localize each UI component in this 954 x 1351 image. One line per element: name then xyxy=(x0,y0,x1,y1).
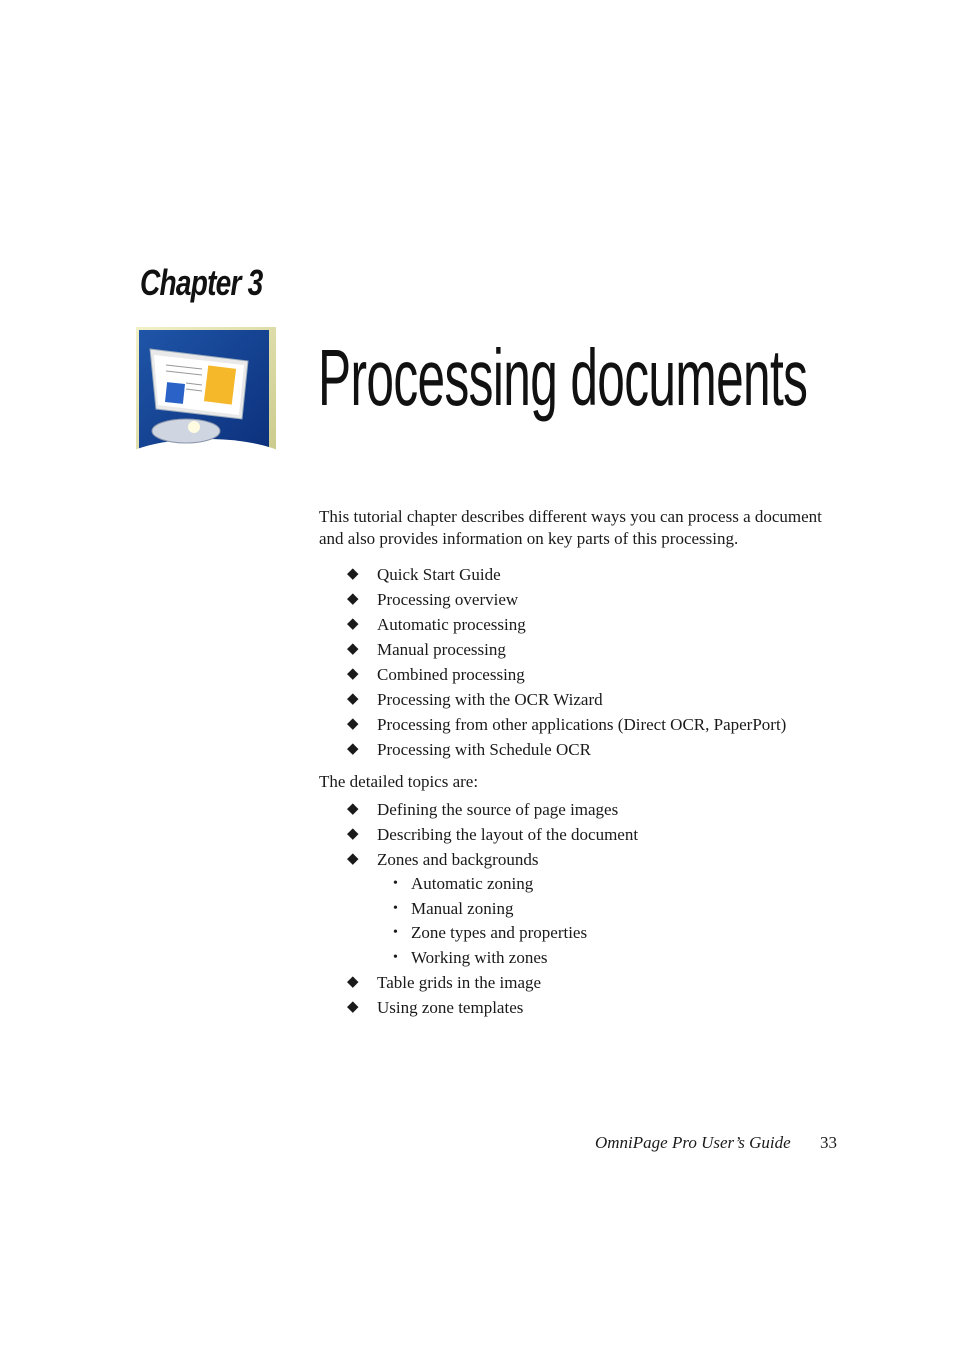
chapter-title: Processing documents xyxy=(318,333,808,422)
list-item-label: Manual processing xyxy=(377,640,506,659)
list-item: ◆ Processing from other applications (Dir… xyxy=(319,712,849,737)
sub-list-item: • Automatic zoning xyxy=(377,872,849,897)
footer-book-title: OmniPage Pro User’s Guide xyxy=(595,1133,791,1152)
page-number: 33 xyxy=(820,1133,837,1152)
main-topic-list: ◆ Quick Start Guide ◆ Processing overview … xyxy=(319,562,849,762)
diamond-bullet-icon: ◆ xyxy=(347,691,359,707)
intro-paragraph: This tutorial chapter describes differen… xyxy=(319,507,822,548)
sub-list-item-label: Automatic zoning xyxy=(411,874,534,893)
list-item-label: Quick Start Guide xyxy=(377,565,501,584)
diamond-bullet-icon: ◆ xyxy=(347,716,359,732)
diamond-bullet-icon: ◆ xyxy=(347,566,359,582)
list-item-label: Automatic processing xyxy=(377,615,526,634)
list-item: ◆ Using zone templates xyxy=(319,995,849,1020)
list-item: ◆ Processing with Schedule OCR xyxy=(319,737,849,762)
dot-bullet-icon: • xyxy=(393,900,398,916)
list-item: ◆ Quick Start Guide xyxy=(319,562,849,587)
detailed-topic-list-continued: ◆ Table grids in the image ◆ Using zone te… xyxy=(319,970,849,1020)
detailed-topic-list: ◆ Defining the source of page images ◆ Des… xyxy=(319,797,849,872)
list-item-label: Processing with the OCR Wizard xyxy=(377,690,603,709)
list-item-label: Defining the source of page images xyxy=(377,800,619,819)
diamond-bullet-icon: ◆ xyxy=(347,666,359,682)
diamond-bullet-icon: ◆ xyxy=(347,616,359,632)
list-item-label: Table grids in the image xyxy=(377,973,542,993)
sub-list-item-label: Manual zoning xyxy=(411,898,514,918)
diamond-bullet-icon: ◆ xyxy=(347,591,359,607)
dot-bullet-icon: • xyxy=(393,876,398,891)
zones-subtopic-list: • Automatic zoning • Manual zoning • Zone t… xyxy=(319,872,849,970)
diamond-bullet-icon: ◆ xyxy=(347,826,359,842)
list-item-label: Describing the layout of the document xyxy=(377,825,639,844)
diamond-bullet-icon: ◆ xyxy=(347,974,359,991)
diamond-bullet-icon: ◆ xyxy=(347,999,359,1016)
sub-list-item-label: Zone types and properties xyxy=(411,923,588,943)
list-item: ◆ Zones and backgrounds xyxy=(319,847,849,872)
list-item-label: Processing with Schedule OCR xyxy=(377,740,591,759)
chapter-illustration xyxy=(136,327,276,468)
list-item-label: Processing overview xyxy=(377,590,519,609)
sub-list-item: • Working with zones xyxy=(377,946,849,971)
list-item: ◆ Describing the layout of the document xyxy=(319,822,849,847)
diamond-bullet-icon: ◆ xyxy=(347,741,359,757)
sub-list-item: • Zone types and properties xyxy=(377,921,849,946)
list-item: ◆ Defining the source of page images xyxy=(319,797,849,822)
list-item-label: Using zone templates xyxy=(377,998,524,1018)
list-item: ◆ Manual processing xyxy=(319,637,849,662)
diamond-bullet-icon: ◆ xyxy=(347,641,359,657)
list-item-label: Processing from other applications (Dire… xyxy=(377,715,787,734)
dot-bullet-icon: • xyxy=(393,925,398,941)
list-item: ◆ Combined processing xyxy=(319,662,849,687)
sub-list-item-label: Working with zones xyxy=(411,947,548,967)
chapter-body: This tutorial chapter describes differen… xyxy=(319,506,849,1029)
list-item-label: Combined processing xyxy=(377,665,525,684)
list-item: ◆ Automatic processing xyxy=(319,612,849,637)
list-item: ◆ Processing overview xyxy=(319,587,849,612)
dot-bullet-icon: • xyxy=(393,949,398,965)
list-item: ◆ Processing with the OCR Wizard xyxy=(319,687,849,712)
chapter-label: Chapter 3 xyxy=(140,262,263,303)
sub-list-item: • Manual zoning xyxy=(377,897,849,922)
diamond-bullet-icon: ◆ xyxy=(347,851,359,867)
list-item-label: Zones and backgrounds xyxy=(377,850,539,869)
diamond-bullet-icon: ◆ xyxy=(347,801,359,817)
detailed-topics-lead: The detailed topics are: xyxy=(319,772,479,791)
list-item: ◆ Table grids in the image xyxy=(319,970,849,995)
